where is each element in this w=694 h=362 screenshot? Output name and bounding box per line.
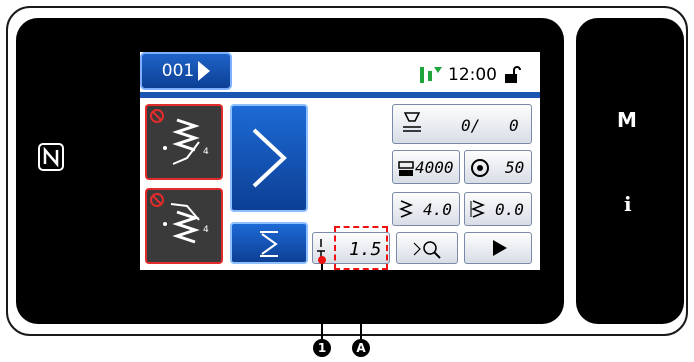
counter-icon bbox=[403, 112, 421, 132]
status-area: 12:00 bbox=[418, 62, 521, 88]
setting-icon bbox=[317, 239, 325, 259]
stitch-type-icon bbox=[260, 231, 278, 257]
zigzag-pattern-button[interactable] bbox=[230, 104, 308, 212]
highlight-box bbox=[334, 226, 388, 270]
stitch-pitch-2-button[interactable]: 0.0 bbox=[464, 192, 532, 226]
menu-key-m[interactable]: M bbox=[617, 108, 637, 132]
reverse-stitch-start-button[interactable]: 4 bbox=[145, 104, 223, 180]
play-button[interactable] bbox=[464, 232, 532, 264]
magnifier-icon bbox=[413, 241, 441, 259]
unlock-icon[interactable] bbox=[503, 66, 521, 84]
bobbin-value: 50 bbox=[505, 158, 525, 177]
nfc-icon bbox=[38, 143, 64, 171]
stitch-pitch-2-value: 0.0 bbox=[495, 200, 524, 219]
counter-value: 0/ bbox=[461, 116, 481, 135]
play-icon bbox=[493, 240, 507, 256]
clock-text: 12:00 bbox=[448, 65, 497, 85]
chevron-right-icon bbox=[198, 61, 211, 81]
svg-text:4: 4 bbox=[203, 147, 209, 157]
info-key[interactable]: i bbox=[624, 192, 632, 216]
svg-text:4: 4 bbox=[203, 225, 209, 235]
pattern-number-tab[interactable]: 001 bbox=[140, 52, 232, 90]
bobbin-icon bbox=[471, 159, 489, 177]
stitch-pitch-value: 4.0 bbox=[423, 200, 452, 219]
speed-icon bbox=[398, 161, 414, 176]
check-button[interactable] bbox=[396, 232, 458, 264]
counter-button[interactable]: 0/ 0 bbox=[392, 104, 532, 144]
callout-1: 1 bbox=[313, 339, 331, 357]
bobbin-button[interactable]: 50 bbox=[464, 150, 532, 184]
sewing-speed-button[interactable]: 4000 bbox=[392, 150, 460, 184]
header-divider bbox=[140, 92, 540, 98]
sewing-speed-value: 4000 bbox=[415, 158, 454, 177]
stitch-pitch-button[interactable]: 4.0 bbox=[392, 192, 460, 226]
reverse-stitch-start-icon: 4 bbox=[150, 109, 209, 165]
reverse-stitch-end-button[interactable]: 4 bbox=[145, 188, 223, 264]
stitch-type-button[interactable] bbox=[230, 222, 308, 264]
stitch-pitch-2-icon bbox=[470, 200, 486, 218]
callout-a: A bbox=[352, 339, 370, 357]
pattern-number: 001 bbox=[161, 61, 195, 81]
zigzag-icon bbox=[252, 128, 287, 188]
reverse-stitch-end-icon: 4 bbox=[150, 193, 209, 244]
side-key-panel bbox=[576, 18, 684, 324]
stitch-pitch-icon bbox=[398, 200, 414, 218]
thread-signal-icon bbox=[420, 67, 442, 83]
counter-value-right: 0 bbox=[509, 116, 519, 135]
